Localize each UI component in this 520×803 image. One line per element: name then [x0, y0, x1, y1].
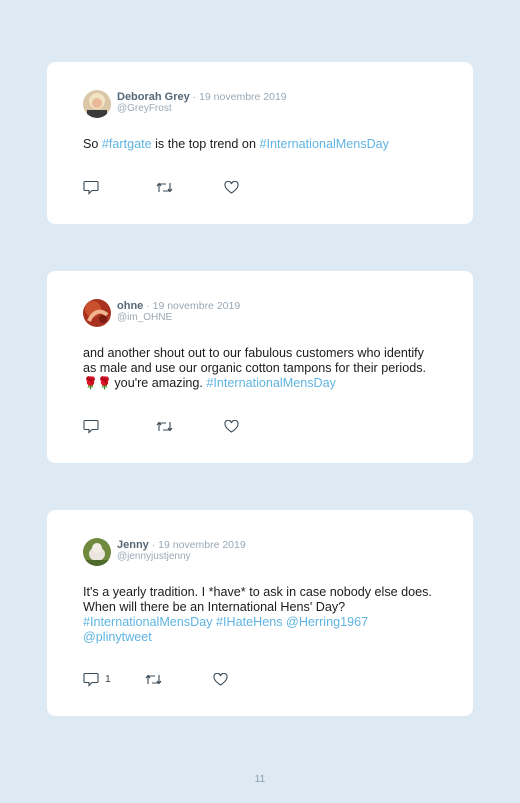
like-button[interactable] — [224, 179, 239, 195]
tweet-card: Jenny · 19 novembre 2019 @jennyjustjenny… — [47, 510, 473, 716]
tweet-actions: 1 — [83, 671, 279, 687]
tweet-text-segment: So — [83, 137, 102, 151]
author-handle[interactable]: @im_OHNE — [117, 312, 240, 324]
tweet-header: Jenny · 19 novembre 2019 @jennyjustjenny — [83, 538, 246, 566]
retweet-icon — [156, 421, 173, 431]
tweet-text-segment: It's a yearly tradition. I *have* to ask… — [83, 585, 432, 614]
reply-button[interactable] — [83, 179, 105, 195]
hashtag-link[interactable]: #InternationalMensDay — [83, 615, 213, 629]
author-name[interactable]: Jenny — [117, 539, 149, 551]
mention-link[interactable]: @Herring1967 — [286, 615, 368, 629]
tweet-date: · 19 novembre 2019 — [143, 300, 241, 312]
hashtag-link[interactable]: #InternationalMensDay — [206, 376, 336, 390]
reply-icon — [83, 180, 99, 195]
retweet-button[interactable] — [145, 671, 162, 687]
avatar[interactable] — [83, 538, 111, 566]
author-name[interactable]: ohne — [117, 300, 143, 312]
retweet-icon — [145, 674, 162, 684]
tweet-text-segment: is the top trend on — [151, 137, 260, 151]
avatar[interactable] — [83, 90, 111, 118]
tweet-text: and another shout out to our fabulous cu… — [83, 346, 437, 391]
like-icon — [224, 419, 239, 433]
tweet-card: ohne · 19 novembre 2019 @im_OHNE and ano… — [47, 271, 473, 463]
rose-emoji: 🌹🌹 — [83, 376, 112, 390]
retweet-button[interactable] — [156, 179, 173, 195]
author-name[interactable]: Deborah Grey — [117, 91, 190, 103]
like-button[interactable] — [213, 671, 228, 687]
hashtag-link[interactable]: #InternationalMensDay — [259, 137, 389, 151]
tweet-text-segment: you're amazing. — [110, 376, 207, 390]
reply-icon — [83, 419, 99, 434]
reply-icon — [83, 672, 99, 687]
hashtag-link[interactable]: #IHateHens — [216, 615, 283, 629]
tweet-header: Deborah Grey · 19 novembre 2019 @GreyFro… — [83, 90, 287, 118]
avatar[interactable] — [83, 299, 111, 327]
retweet-button[interactable] — [156, 418, 173, 434]
like-icon — [213, 672, 228, 686]
like-button[interactable] — [224, 418, 239, 434]
retweet-icon — [156, 182, 173, 192]
author-handle[interactable]: @GreyFrost — [117, 103, 287, 115]
tweet-text-segment: and another shout out to our fabulous cu… — [83, 346, 427, 375]
author-handle[interactable]: @jennyjustjenny — [117, 551, 246, 563]
hashtag-link[interactable]: #fartgate — [102, 137, 152, 151]
tweet-date: · 19 novembre 2019 — [148, 539, 246, 551]
tweet-header: ohne · 19 novembre 2019 @im_OHNE — [83, 299, 240, 327]
tweet-card: Deborah Grey · 19 novembre 2019 @GreyFro… — [47, 62, 473, 224]
tweet-actions — [83, 179, 290, 195]
tweet-text: So #fartgate is the top trend on #Intern… — [83, 137, 437, 152]
reply-count: 1 — [105, 673, 111, 685]
mention-link[interactable]: @plinytweet — [83, 630, 152, 644]
tweet-actions — [83, 418, 290, 434]
reply-button[interactable]: 1 — [83, 671, 111, 687]
tweet-date: · 19 novembre 2019 — [189, 91, 287, 103]
like-icon — [224, 180, 239, 194]
reply-button[interactable] — [83, 418, 105, 434]
page-number: 11 — [254, 774, 266, 785]
tweet-text: It's a yearly tradition. I *have* to ask… — [83, 585, 437, 645]
